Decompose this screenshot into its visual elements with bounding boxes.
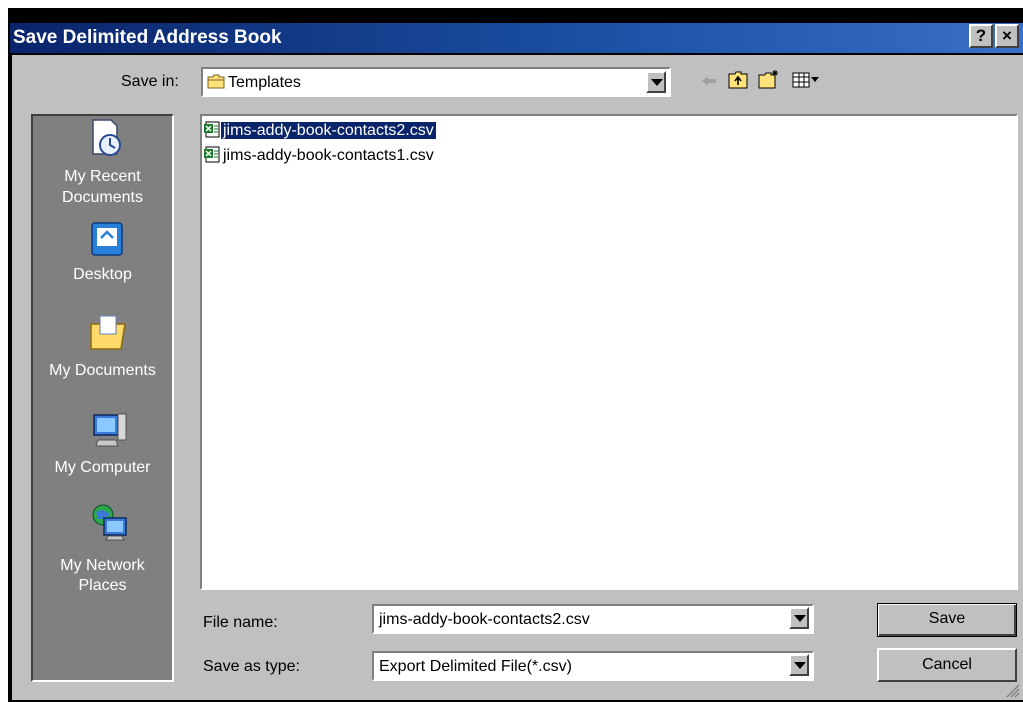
place-label[interactable]: My Network (31, 556, 174, 576)
my-documents-icon[interactable] (88, 312, 128, 352)
dialog-title: Save Delimited Address Book (13, 27, 282, 48)
list-item[interactable]: jims-addy-book-contacts2.csv (203, 121, 436, 141)
save-as-type-dropdown-button[interactable] (789, 654, 809, 676)
csv-file-icon (204, 121, 220, 138)
list-item[interactable]: jims-addy-book-contacts1.csv (203, 146, 436, 166)
save-in-value: Templates (228, 74, 301, 91)
file-list[interactable] (200, 114, 1018, 590)
recent-documents-icon[interactable] (85, 118, 125, 158)
my-computer-icon[interactable] (90, 410, 130, 450)
folder-icon (207, 74, 225, 89)
cancel-button[interactable]: Cancel (877, 648, 1017, 682)
save-in-label: Save in: (121, 73, 179, 90)
file-name-dropdown-button[interactable] (789, 607, 809, 629)
place-label[interactable]: Documents (31, 188, 174, 208)
save-button[interactable]: Save (877, 603, 1017, 637)
save-in-dropdown-button[interactable] (646, 71, 666, 93)
file-name: jims-addy-book-contacts1.csv (223, 147, 434, 164)
up-folder-icon[interactable] (728, 71, 748, 89)
back-arrow-icon[interactable] (700, 74, 718, 88)
csv-file-icon (204, 146, 220, 163)
desktop-icon[interactable] (89, 220, 129, 260)
help-button[interactable]: ? (969, 24, 993, 48)
file-name-label: File name: (203, 614, 278, 631)
file-name: jims-addy-book-contacts2.csv (221, 122, 436, 139)
save-as-type-label: Save as type: (203, 658, 300, 675)
place-label[interactable]: My Computer (31, 458, 174, 478)
network-places-icon[interactable] (90, 502, 130, 542)
place-label[interactable]: My Documents (31, 361, 174, 381)
place-label[interactable]: My Recent (31, 167, 174, 187)
save-as-type-value: Export Delimited File(*.csv) (379, 658, 572, 675)
close-button[interactable]: × (995, 24, 1019, 48)
resize-grip-icon[interactable] (1004, 682, 1020, 698)
file-name-input[interactable]: jims-addy-book-contacts2.csv (376, 610, 590, 630)
new-folder-icon[interactable] (758, 69, 780, 89)
view-menu-icon[interactable] (792, 72, 820, 88)
place-label[interactable]: Desktop (31, 265, 174, 285)
place-label[interactable]: Places (31, 576, 174, 596)
